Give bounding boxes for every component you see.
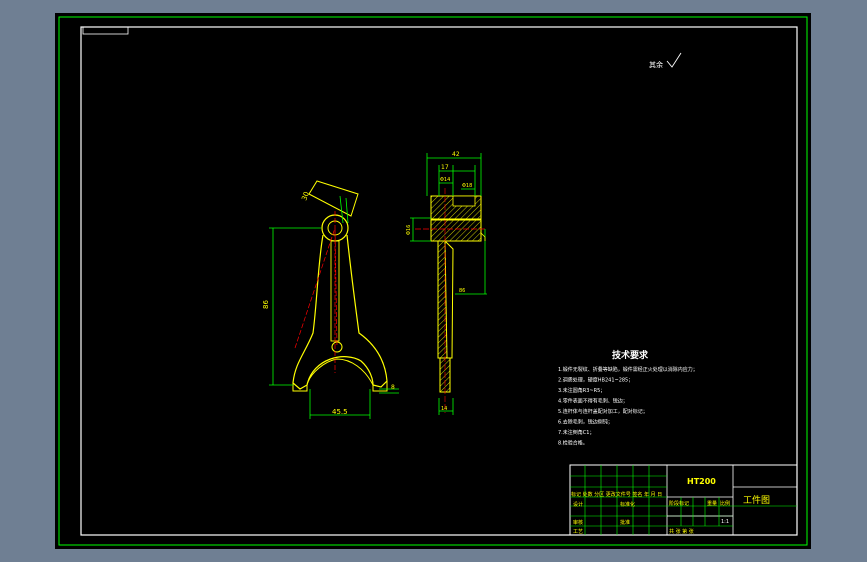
svg-text:14: 14	[441, 406, 447, 412]
tech-requirement-line: 6.去除毛刺，锐边倒钝；	[558, 419, 613, 426]
svg-text:工艺: 工艺	[573, 529, 583, 535]
technical-requirements: 技术要求 1.锻件无裂纹、折叠等缺陷，锻件需经正火处理以消除内应力； 2.调质处理…	[558, 349, 698, 447]
svg-text:阶段标记: 阶段标记	[669, 500, 689, 507]
svg-text:审核: 审核	[573, 519, 583, 526]
svg-text:86: 86	[459, 288, 465, 294]
tech-requirement-line: 2.调质处理，硬度HB241~285；	[558, 377, 633, 384]
svg-text:8: 8	[391, 384, 395, 391]
drawing-canvas: 其余 86 45.5 8 30 42 17 Φ14 Φ18 Φ16 86 14 …	[58, 16, 808, 546]
svg-text:Φ18: Φ18	[462, 183, 472, 189]
svg-text:标准化: 标准化	[620, 501, 635, 508]
svg-text:批准: 批准	[620, 519, 630, 526]
svg-text:比例: 比例	[720, 500, 730, 507]
svg-text:重量: 重量	[707, 500, 717, 507]
svg-text:30: 30	[300, 191, 311, 202]
side-view: 42 17 Φ14 Φ18 Φ16 86 14	[406, 151, 487, 415]
cad-viewport[interactable]: 其余 86 45.5 8 30 42 17 Φ14 Φ18 Φ16 86 14 …	[55, 13, 811, 549]
tech-requirement-line: 5.连杆体与连杆盖配对加工，配对标记；	[558, 408, 648, 415]
code-box	[82, 26, 129, 35]
title-block: HT200 工件图 标记 处数 分区 更改文件号 签名 年 月 日 设计 标准化…	[569, 464, 798, 536]
svg-text:标记 处数 分区 更改文件号 签名 年 月 日: 标记 处数 分区 更改文件号 签名 年 月 日	[571, 491, 662, 498]
roughness-symbol: 其余	[649, 52, 682, 69]
svg-text:Φ14: Φ14	[440, 177, 450, 183]
svg-text:工件图: 工件图	[743, 494, 770, 506]
svg-text:其余: 其余	[649, 60, 663, 69]
svg-text:共 张 第 张: 共 张 第 张	[669, 528, 694, 535]
tech-requirement-line: 1.锻件无裂纹、折叠等缺陷，锻件需经正火处理以消除内应力；	[558, 366, 698, 373]
front-view: 86 45.5 8 30	[262, 180, 399, 419]
svg-text:HT200: HT200	[687, 477, 716, 486]
svg-text:技术要求: 技术要求	[612, 349, 649, 361]
svg-text:86: 86	[262, 300, 270, 309]
tech-requirement-line: 7.未注倒角C1；	[558, 429, 594, 436]
svg-text:设计: 设计	[573, 501, 583, 508]
tech-requirement-line: 4.零件表面不得有毛刺、锐边；	[558, 398, 628, 405]
svg-text:Φ16: Φ16	[406, 225, 412, 235]
tech-requirement-line: 8.检验合格。	[558, 440, 588, 447]
svg-text:45.5: 45.5	[332, 408, 348, 416]
outer-frame	[58, 16, 808, 546]
svg-text:17: 17	[441, 164, 449, 171]
svg-text:1:1: 1:1	[721, 519, 729, 525]
tech-requirement-line: 3.未注圆角R3~R5；	[558, 387, 605, 394]
svg-text:42: 42	[452, 151, 460, 158]
